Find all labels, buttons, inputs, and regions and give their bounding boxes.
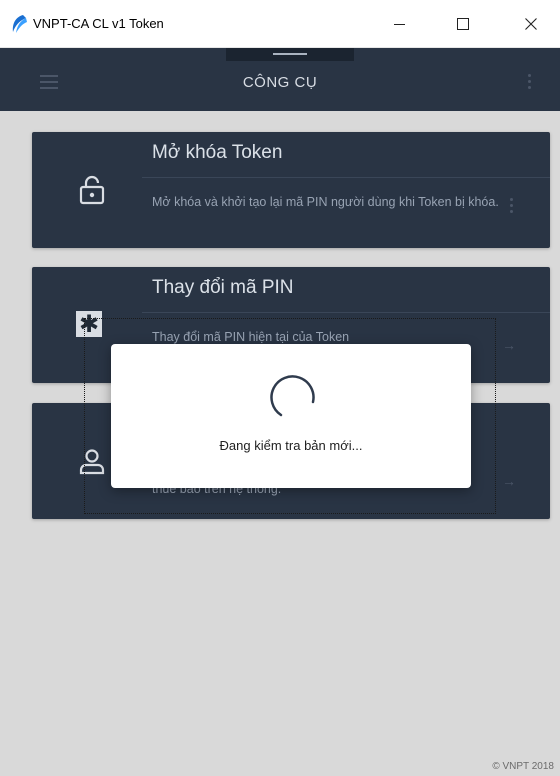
unlock-icon [72, 132, 112, 248]
loading-dialog: Đang kiểm tra bản mới... [111, 344, 471, 488]
vnpt-logo-icon [12, 15, 27, 33]
loading-message: Đang kiểm tra bản mới... [219, 438, 363, 453]
card-title: Mở khóa Token [152, 142, 283, 163]
close-icon [525, 18, 537, 30]
card-description: Mở khóa và khởi tạo lại mã PIN người dùn… [152, 195, 499, 209]
arrow-right-icon[interactable]: → [502, 473, 516, 489]
loading-spinner-icon [270, 375, 315, 417]
asterisk-icon: ✱ [76, 311, 102, 338]
minimize-button[interactable] [376, 0, 422, 48]
card-divider [142, 177, 550, 178]
window-title: VNPT-CA CL v1 Token [33, 16, 164, 31]
close-button[interactable] [508, 0, 554, 48]
card-title: Thay đổi mã PIN [152, 277, 294, 298]
minimize-icon [393, 23, 405, 25]
more-vertical-icon[interactable] [510, 198, 514, 216]
page-title: CÔNG CỤ [242, 74, 318, 91]
maximize-button[interactable] [440, 0, 486, 48]
unlock-token-card[interactable]: Mở khóa Token Mở khóa và khởi tạo lại mã… [32, 132, 550, 248]
user-icon [72, 403, 112, 519]
copyright-text: © VNPT 2018 [492, 761, 554, 772]
more-vertical-icon[interactable] [528, 74, 532, 92]
card-divider [142, 312, 550, 313]
app-header: CÔNG CỤ [0, 48, 560, 111]
arrow-right-icon[interactable]: → [502, 337, 516, 353]
maximize-icon [457, 18, 469, 30]
window-titlebar: VNPT-CA CL v1 Token [0, 0, 560, 48]
footer-bar: © VNPT 2018 [0, 752, 560, 776]
